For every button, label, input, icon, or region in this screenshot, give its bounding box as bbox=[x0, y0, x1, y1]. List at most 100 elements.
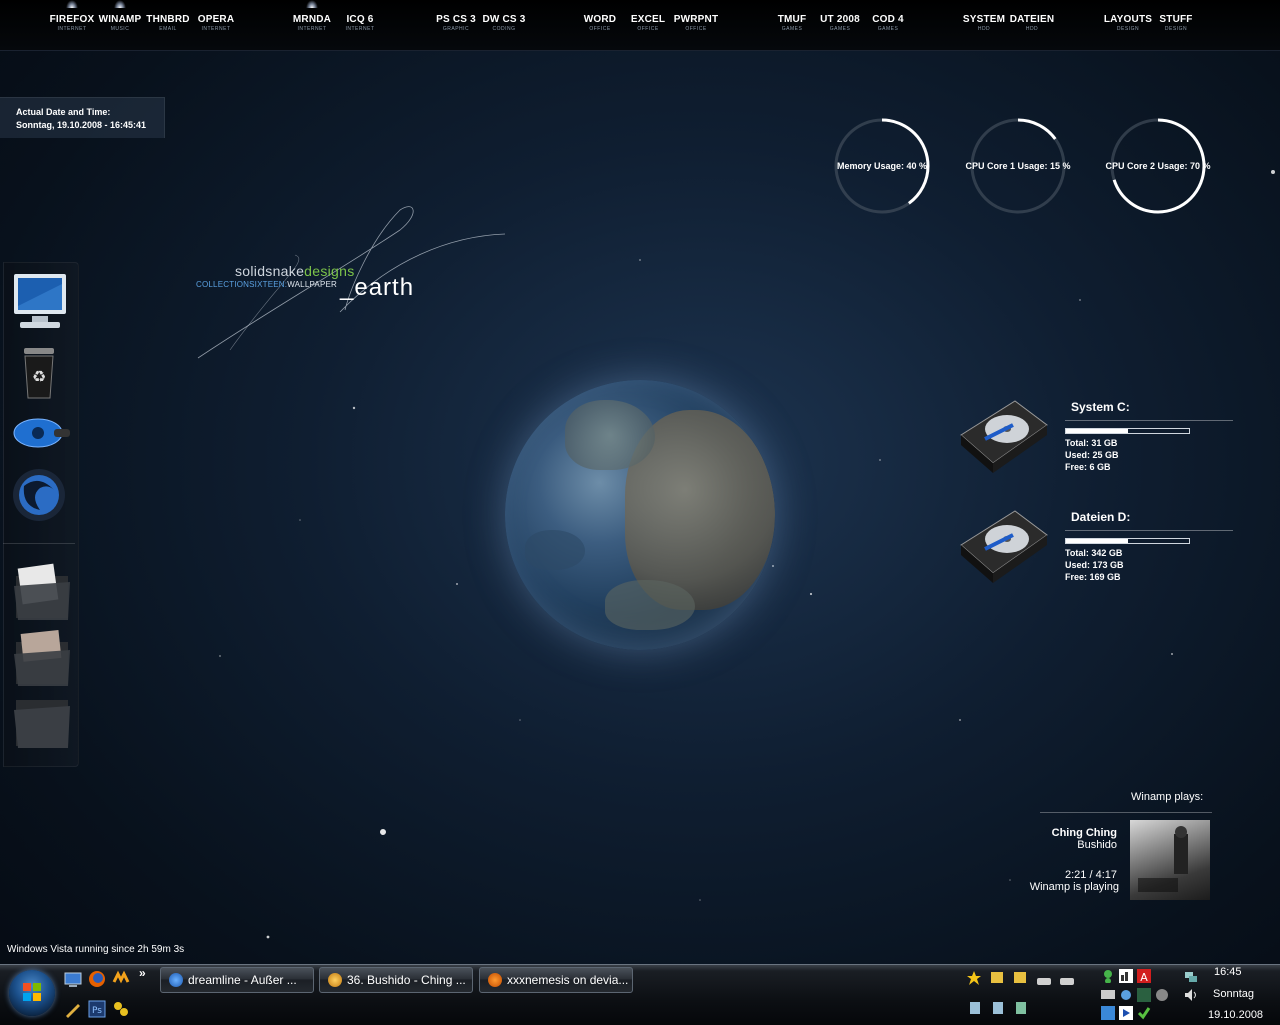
task-firefox[interactable]: xxxnemesis on devia... bbox=[479, 967, 633, 993]
network-connection-icon[interactable] bbox=[1184, 970, 1198, 984]
task-winamp[interactable]: 36. Bushido - Ching ... bbox=[319, 967, 473, 993]
chart-tray-icon[interactable] bbox=[1119, 969, 1133, 983]
drive-d-total: Total: 342 GB bbox=[1065, 548, 1123, 558]
date-time-title: Actual Date and Time: bbox=[16, 107, 111, 117]
book-icon[interactable] bbox=[968, 1001, 982, 1015]
drive-c-free: Free: 6 GB bbox=[1065, 462, 1111, 472]
drive-tray-icon[interactable] bbox=[1037, 974, 1051, 988]
memory-usage-gauge: Memory Usage: 40 % bbox=[832, 116, 932, 216]
winamp-song-title: Ching Ching bbox=[1051, 827, 1117, 839]
drive-tray-icon[interactable] bbox=[1060, 974, 1074, 988]
clock-time[interactable]: 16:45 bbox=[1214, 966, 1242, 978]
launcher-category: DESIGN bbox=[1164, 26, 1188, 32]
drive-c-used: Used: 25 GB bbox=[1065, 450, 1119, 460]
book-icon[interactable] bbox=[1014, 1001, 1028, 1015]
winamp-quicklaunch-icon[interactable] bbox=[112, 970, 130, 988]
logo-brand: solidsnakedesigns bbox=[235, 263, 355, 279]
gpu-tray-icon[interactable] bbox=[1137, 988, 1151, 1002]
launcher-item-stuff[interactable]: STUFF DESIGN bbox=[1146, 14, 1206, 32]
cpu-core-1-gauge: CPU Core 1 Usage: 15 % bbox=[965, 116, 1071, 216]
firefox-orb-icon[interactable] bbox=[10, 466, 68, 524]
pictures-folder-icon[interactable] bbox=[10, 626, 70, 686]
antivirus-icon[interactable]: A bbox=[1137, 969, 1151, 984]
documents-folder-icon[interactable] bbox=[10, 560, 70, 620]
drive-d-widget: Dateien D: Total: 342 GB Used: 173 GB Fr… bbox=[955, 505, 1245, 595]
dock-separator bbox=[3, 543, 75, 544]
logo-title: _earth bbox=[340, 274, 415, 301]
sawblade-icon[interactable] bbox=[10, 405, 70, 463]
drive-c-widget: System C: Total: 31 GB Used: 25 GB Free:… bbox=[955, 395, 1245, 485]
divider bbox=[1065, 420, 1233, 421]
pen-tool-icon[interactable] bbox=[64, 1000, 82, 1018]
drive-d-used: Used: 173 GB bbox=[1065, 560, 1124, 570]
folder-tray-icon[interactable] bbox=[990, 970, 1004, 984]
display-tray-icon[interactable] bbox=[1101, 988, 1115, 1002]
launcher-category: INTERNET bbox=[345, 26, 375, 32]
firefox-icon bbox=[488, 973, 502, 987]
task-label: 36. Bushido - Ching ... bbox=[347, 973, 466, 987]
task-label: xxxnemesis on devia... bbox=[507, 973, 629, 987]
start-button[interactable] bbox=[9, 970, 55, 1016]
launcher-label: COD 4 bbox=[872, 14, 904, 25]
launcher-label: PWRPNT bbox=[673, 14, 719, 25]
launcher-item-opera[interactable]: OPERA INTERNET bbox=[186, 14, 246, 32]
launcher-bar: FIREFOX INTERNET WINAMP MUSIC THNBRD EMAIL OPE… bbox=[0, 0, 1280, 51]
launcher-category: INTERNET bbox=[201, 26, 231, 32]
winamp-time: 2:21 / 4:17 bbox=[1065, 869, 1117, 881]
winamp-artist: Bushido bbox=[1077, 839, 1117, 851]
launcher-item-cod-4[interactable]: COD 4 GAMES bbox=[858, 14, 918, 32]
folder-icon[interactable] bbox=[10, 690, 70, 748]
weather-icon bbox=[169, 973, 183, 987]
cpu-core-2-label: CPU Core 2 Usage: 70 % bbox=[1105, 161, 1211, 171]
memory-usage-label: Memory Usage: 40 % bbox=[836, 161, 928, 171]
miranda-icon[interactable] bbox=[112, 1000, 130, 1018]
drive-c-total: Total: 31 GB bbox=[1065, 438, 1118, 448]
star-icon[interactable] bbox=[966, 970, 981, 985]
volume-icon[interactable] bbox=[1184, 988, 1198, 1002]
launcher-item-dateien[interactable]: DATEIEN HDD bbox=[1002, 14, 1062, 32]
photoshop-icon[interactable]: Ps bbox=[88, 1000, 106, 1018]
launcher-item-pwrpnt[interactable]: PWRPNT OFFICE bbox=[666, 14, 726, 32]
launcher-category: HDD bbox=[1025, 26, 1039, 32]
hard-drive-icon bbox=[960, 400, 1048, 473]
firefox-quicklaunch-icon[interactable] bbox=[88, 970, 106, 988]
drive-d-usage-bar bbox=[1065, 538, 1190, 544]
folder-tray-icon[interactable] bbox=[1013, 970, 1027, 984]
drive-c-title: System C: bbox=[1071, 400, 1130, 414]
globe-icon[interactable] bbox=[1155, 988, 1169, 1002]
launcher-glow bbox=[66, 0, 78, 8]
task-dreamline[interactable]: dreamline - Außer ... bbox=[160, 967, 314, 993]
clock-day[interactable]: Sonntag bbox=[1213, 988, 1254, 1000]
check-icon[interactable] bbox=[1137, 1006, 1151, 1020]
gear-icon[interactable] bbox=[1119, 988, 1133, 1002]
launcher-glow bbox=[114, 0, 126, 8]
task-label: dreamline - Außer ... bbox=[188, 973, 297, 987]
divider bbox=[1040, 812, 1212, 813]
show-desktop-icon[interactable] bbox=[64, 971, 82, 989]
recycle-bin-icon[interactable]: ♻ bbox=[10, 338, 68, 399]
date-time-value: Sonntag, 19.10.2008 - 16:45:41 bbox=[16, 120, 147, 130]
play-icon[interactable] bbox=[1119, 1006, 1133, 1020]
svg-text:A: A bbox=[1140, 971, 1148, 983]
launcher-label: STUFF bbox=[1159, 14, 1193, 25]
cpu-core-2-gauge: CPU Core 2 Usage: 70 % bbox=[1105, 116, 1211, 216]
messenger-icon[interactable] bbox=[1101, 969, 1115, 984]
computer-icon[interactable] bbox=[10, 270, 68, 328]
album-cover[interactable] bbox=[1130, 820, 1210, 900]
earth-planet bbox=[505, 380, 775, 650]
launcher-category: CODING bbox=[492, 26, 516, 32]
launcher-glow bbox=[306, 0, 318, 8]
book-icon[interactable] bbox=[991, 1001, 1005, 1015]
svg-text:Ps: Ps bbox=[92, 1006, 102, 1016]
launcher-item-dw-cs-3[interactable]: DW CS 3 CODING bbox=[474, 14, 534, 32]
launcher-item-icq-6[interactable]: ICQ 6 INTERNET bbox=[330, 14, 390, 32]
launcher-label: DW CS 3 bbox=[482, 14, 526, 25]
clock-date[interactable]: 19.10.2008 bbox=[1208, 1009, 1263, 1021]
wallpaper-logo: solidsnakedesigns COLLECTIONSIXTEEN:WALL… bbox=[190, 200, 510, 360]
network-icon[interactable] bbox=[1101, 1006, 1115, 1020]
uptime-text: Windows Vista running since 2h 59m 3s bbox=[7, 944, 185, 955]
winamp-icon bbox=[328, 973, 342, 987]
launcher-label: DATEIEN bbox=[1009, 14, 1055, 25]
quicklaunch-overflow[interactable]: » bbox=[139, 966, 157, 984]
cpu-core-1-label: CPU Core 1 Usage: 15 % bbox=[965, 161, 1071, 171]
